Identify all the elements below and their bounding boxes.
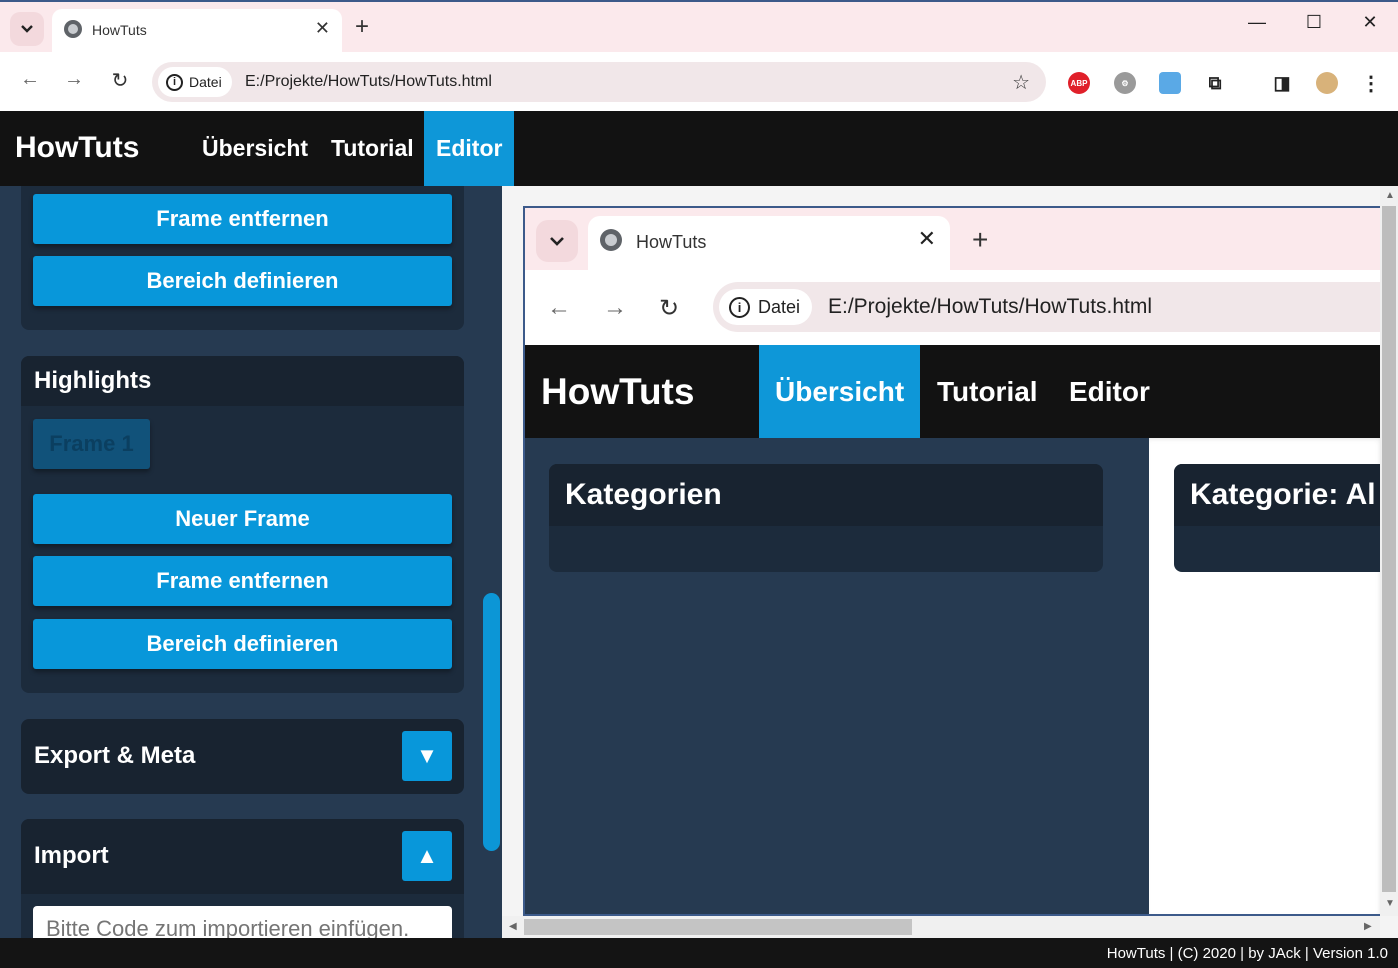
globe-icon — [600, 229, 622, 251]
import-panel: Import ▲ — [21, 819, 464, 938]
nav-tutorial[interactable]: Tutorial — [319, 111, 426, 186]
chevron-down-icon — [21, 25, 33, 33]
menu-icon[interactable]: ⋮ — [1360, 72, 1382, 95]
site-info-chip[interactable]: i Datei — [158, 67, 232, 97]
highlights-title: Highlights — [34, 367, 152, 394]
info-icon: i — [729, 296, 750, 318]
highlights-header: Highlights — [21, 356, 464, 406]
tab-strip: HowTuts ✕ + — ☐ ✕ — [0, 2, 1398, 53]
scroll-right-icon[interactable]: ▶ — [1364, 921, 1372, 932]
close-window-button[interactable]: ✕ — [1355, 12, 1385, 33]
footer-text: HowTuts | (C) 2020 | by JAck | Version 1… — [1106, 945, 1388, 962]
new-tab-button[interactable]: + — [355, 13, 369, 41]
preview-categories-header: Kategorien — [549, 464, 1103, 526]
sidebar-icon[interactable]: ◨ — [1271, 72, 1293, 94]
info-icon: i — [166, 73, 183, 91]
plus-icon: + — [972, 224, 989, 255]
preview-right-column: Kategorie: Al — [1149, 438, 1383, 914]
browser-tab[interactable]: HowTuts ✕ — [52, 9, 342, 53]
preview-screenshot: HowTuts ✕ + ← → ↻ i Datei E:/Projekte/Ho… — [523, 206, 1383, 916]
preview-tab-title: HowTuts — [636, 232, 707, 252]
define-area-button[interactable]: Bereich definieren — [33, 256, 452, 306]
extensions-icon[interactable]: ⧉ — [1204, 72, 1226, 94]
forward-icon[interactable]: → — [60, 68, 88, 91]
reload-icon: ↻ — [659, 295, 680, 322]
preview-area: HowTuts ✕ + ← → ↻ i Datei E:/Projekte/Ho… — [502, 186, 1398, 938]
bookmark-star-icon[interactable]: ☆ — [1012, 70, 1030, 95]
preview-url: E:/Projekte/HowTuts/HowTuts.html — [828, 295, 1153, 318]
preview-tab-search — [536, 220, 578, 262]
preview-categories-card: Kategorien — [549, 464, 1103, 572]
app-header: HowTuts Übersicht Tutorial Editor — [0, 111, 1398, 186]
horizontal-scroll-thumb[interactable] — [524, 919, 912, 935]
preview-vertical-scrollbar[interactable]: ▲ ▼ — [1380, 186, 1398, 916]
export-title: Export & Meta — [34, 742, 196, 769]
preview-category-header: Kategorie: Al — [1174, 464, 1383, 526]
preview-categories-title: Kategorien — [565, 478, 722, 511]
export-toggle-button[interactable]: ▼ — [402, 731, 452, 781]
browser-toolbar: ← → ↻ i Datei E:/Projekte/HowTuts/HowTut… — [0, 52, 1398, 113]
nav-editor[interactable]: Editor — [424, 111, 514, 186]
tab-title: HowTuts — [92, 22, 147, 38]
nav-overview[interactable]: Übersicht — [190, 111, 320, 186]
tab-search-button[interactable] — [10, 12, 44, 46]
preview-nav-tutorial: Tutorial — [937, 375, 1038, 407]
browser-chrome: HowTuts ✕ + — ☐ ✕ ← → ↻ i Datei E:/Proje… — [0, 0, 1398, 113]
import-toggle-button[interactable]: ▲ — [402, 831, 452, 881]
preview-site-chip: i Datei — [719, 289, 813, 325]
define-area-button[interactable]: Bereich definieren — [33, 619, 452, 669]
app-brand[interactable]: HowTuts — [15, 131, 139, 165]
vertical-scroll-thumb[interactable] — [1382, 206, 1396, 892]
close-tab-icon[interactable]: ✕ — [315, 18, 330, 39]
preview-nav-overview: Übersicht — [759, 345, 921, 438]
scroll-left-icon[interactable]: ◀ — [509, 921, 517, 932]
new-frame-button[interactable]: Neuer Frame — [33, 494, 452, 544]
scroll-up-icon[interactable]: ▲ — [1385, 190, 1395, 201]
import-header: Import ▲ — [21, 819, 464, 894]
profile-avatar[interactable] — [1316, 72, 1338, 94]
remove-frame-button[interactable]: Frame entfernen — [33, 194, 452, 244]
frame-chip[interactable]: Frame 1 — [33, 419, 150, 469]
settings-icon[interactable]: ⚙ — [1114, 72, 1136, 94]
minimize-button[interactable]: — — [1242, 12, 1272, 33]
forward-icon: → — [603, 294, 627, 321]
export-panel: Export & Meta ▼ — [21, 719, 464, 794]
preview-browser-chrome: HowTuts ✕ + ← → ↻ i Datei E:/Projekte/Ho… — [525, 208, 1383, 345]
globe-icon — [64, 20, 82, 38]
preview-horizontal-scrollbar[interactable]: ◀ ▶ — [502, 916, 1380, 938]
import-textarea[interactable] — [33, 906, 452, 938]
scroll-down-icon[interactable]: ▼ — [1385, 898, 1395, 909]
chevron-down-icon — [550, 236, 564, 246]
highlights-panel: Highlights Frame 1 Neuer Frame Frame ent… — [21, 356, 464, 693]
preview-site-label: Datei — [758, 296, 801, 317]
preview-address-bar: i Datei E:/Projekte/HowTuts/HowTuts.html — [713, 282, 1383, 332]
back-icon: ← — [547, 294, 571, 321]
preview-toolbar: ← → ↻ i Datei E:/Projekte/HowTuts/HowTut… — [525, 270, 1383, 345]
preview-category-card: Kategorie: Al — [1174, 464, 1383, 572]
app-footer: HowTuts | (C) 2020 | by JAck | Version 1… — [0, 938, 1398, 968]
sidebar-scrollbar[interactable] — [483, 593, 500, 851]
back-icon[interactable]: ← — [16, 68, 44, 91]
remove-frame-button[interactable]: Frame entfernen — [33, 556, 452, 606]
url-text[interactable]: E:/Projekte/HowTuts/HowTuts.html — [245, 73, 492, 91]
puzzle-icon[interactable] — [1159, 72, 1181, 94]
preview-tab: HowTuts ✕ — [588, 216, 950, 270]
maximize-button[interactable]: ☐ — [1299, 12, 1329, 33]
editor-sidebar: Frame entfernen Bereich definieren Highl… — [0, 186, 502, 938]
preview-left-column: Kategorien — [525, 438, 1149, 914]
preview-app-header: HowTuts Übersicht Tutorial Editor — [525, 345, 1383, 438]
preview-nav-editor: Editor — [1069, 375, 1150, 407]
close-icon: ✕ — [917, 226, 936, 251]
site-info-label: Datei — [189, 74, 222, 90]
address-bar[interactable]: i Datei E:/Projekte/HowTuts/HowTuts.html… — [152, 62, 1046, 102]
frame-panel: Frame entfernen Bereich definieren — [21, 186, 464, 330]
adblock-icon[interactable]: ABP — [1068, 72, 1090, 94]
preview-brand: HowTuts — [541, 371, 695, 412]
import-title: Import — [34, 842, 109, 869]
preview-category-title: Kategorie: Al — [1190, 478, 1376, 511]
reload-icon[interactable]: ↻ — [106, 68, 134, 93]
